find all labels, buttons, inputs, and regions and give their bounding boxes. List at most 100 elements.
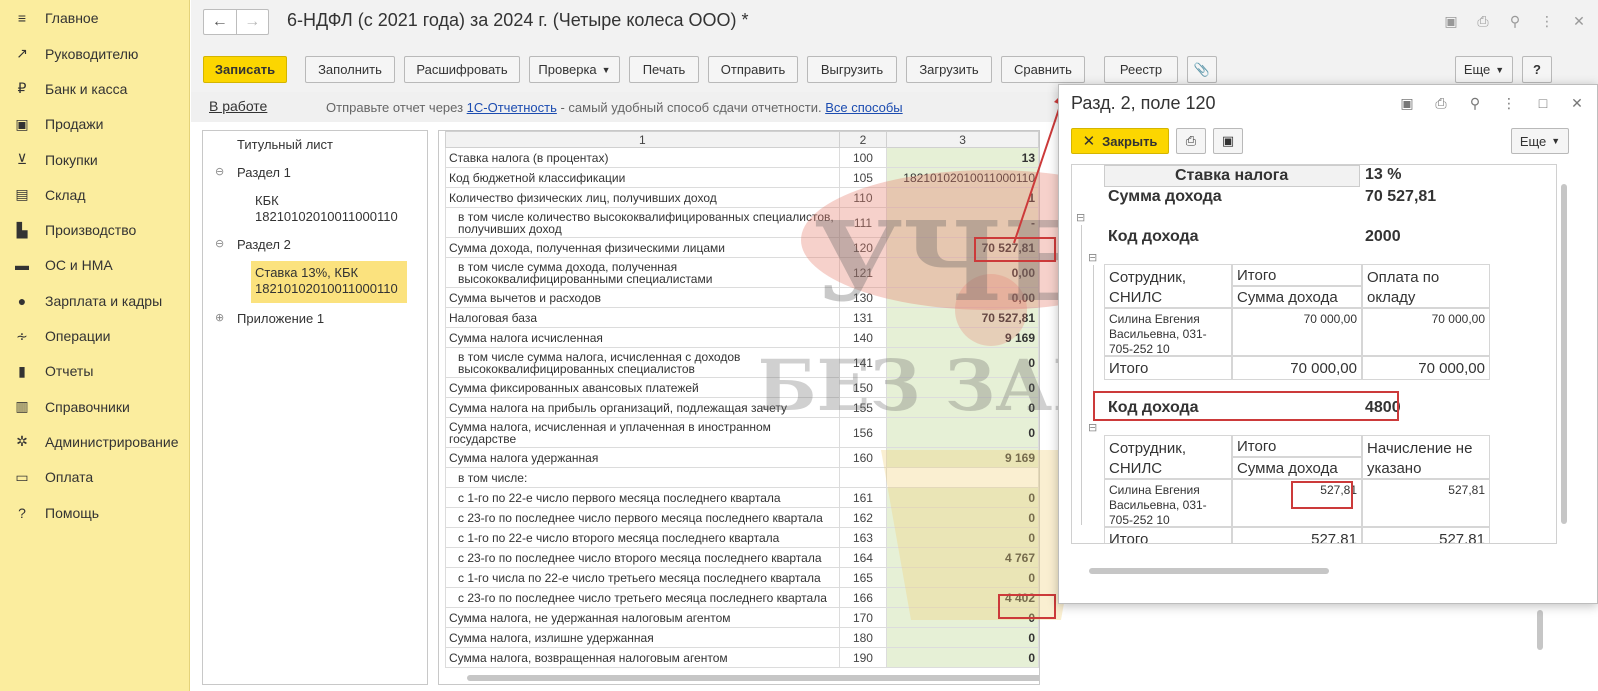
row-value[interactable]: 0 bbox=[886, 487, 1039, 508]
save-disk-icon[interactable]: ▣ bbox=[1399, 95, 1415, 112]
table-row[interactable]: Код бюджетной классификации 105 1821010201… bbox=[445, 167, 1039, 188]
status-link[interactable]: В работе bbox=[209, 98, 267, 114]
sidebar-item-8[interactable]: ● Зарплата и кадры bbox=[0, 283, 189, 318]
printer-icon[interactable]: ⎙ bbox=[1433, 95, 1449, 112]
table-row[interactable]: Сумма налога, исчисленная и уплаченная в… bbox=[445, 417, 1039, 448]
table-row[interactable]: в том числе сумма налога, исчисленная с … bbox=[445, 347, 1039, 378]
all-methods-link[interactable]: Все способы bbox=[825, 100, 902, 115]
load-button[interactable]: Загрузить bbox=[906, 56, 992, 83]
row-value[interactable]: 4 767 bbox=[886, 547, 1039, 568]
row-value[interactable]: 0 bbox=[886, 417, 1039, 448]
table-row[interactable]: с 1-го по 22-е число второго месяца посл… bbox=[445, 527, 1039, 548]
row-value[interactable]: 0 bbox=[886, 647, 1039, 668]
group-toggle-icon[interactable]: ⊟ bbox=[1076, 211, 1085, 224]
table-row[interactable]: Сумма налога, излишне удержанная 180 0 bbox=[445, 627, 1039, 648]
row-value[interactable]: 70 527,81 bbox=[886, 307, 1039, 328]
more-vertical-icon[interactable]: ⋮ bbox=[1501, 95, 1517, 112]
tree-item-rate-selected[interactable]: Ставка 13%, КБК 18210102010011000110 bbox=[251, 261, 407, 303]
more-vertical-icon[interactable]: ⋮ bbox=[1538, 12, 1556, 30]
table-row[interactable]: Сумма налога на прибыль организаций, под… bbox=[445, 397, 1039, 418]
table-row[interactable]: Налоговая база 131 70 527,81 bbox=[445, 307, 1039, 328]
sidebar-item-11[interactable]: ▥ Справочники bbox=[0, 389, 189, 424]
row-value[interactable]: 0 bbox=[886, 627, 1039, 648]
scroll-thumb[interactable] bbox=[1089, 568, 1329, 574]
sidebar-item-12[interactable]: ✲ Администрирование bbox=[0, 424, 189, 459]
compare-button[interactable]: Сравнить bbox=[1001, 56, 1085, 83]
row-value[interactable]: 0 bbox=[886, 607, 1039, 628]
table-row[interactable]: с 23-го по последнее число первого месяц… bbox=[445, 507, 1039, 528]
grid-vertical-scrollbar[interactable] bbox=[1535, 610, 1545, 670]
group-toggle-icon[interactable]: ⊟ bbox=[1088, 421, 1097, 434]
sidebar-item-14[interactable]: ? Помощь bbox=[0, 495, 189, 530]
preview-icon[interactable]: ⚲ bbox=[1506, 12, 1524, 30]
maximize-icon[interactable]: □ bbox=[1535, 95, 1551, 112]
sidebar-item-5[interactable]: ▤ Склад bbox=[0, 177, 189, 212]
check-dropdown-button[interactable]: Проверка ▼ bbox=[529, 56, 620, 83]
save-disk-icon[interactable]: ▣ bbox=[1442, 12, 1460, 30]
row-value[interactable]: 0 bbox=[886, 527, 1039, 548]
group-toggle-icon[interactable]: ⊟ bbox=[1088, 251, 1097, 264]
grid-horizontal-scrollbar[interactable] bbox=[459, 672, 1039, 684]
sidebar-item-1[interactable]: ↗ Руководителю bbox=[0, 36, 189, 71]
sidebar-item-3[interactable]: ▣ Продажи bbox=[0, 107, 189, 142]
print-button[interactable]: ⎙ bbox=[1176, 128, 1206, 154]
more-button[interactable]: Еще ▼ bbox=[1455, 56, 1513, 83]
help-button[interactable]: ? bbox=[1522, 56, 1552, 83]
reporting-link[interactable]: 1С-Отчетность bbox=[467, 100, 557, 115]
preview-icon[interactable]: ⚲ bbox=[1467, 95, 1483, 112]
scroll-thumb[interactable] bbox=[1537, 610, 1543, 650]
table-row[interactable]: Сумма вычетов и расходов 130 0,00 bbox=[445, 287, 1039, 308]
row-value[interactable]: 0,00 bbox=[886, 287, 1039, 308]
table-row[interactable]: Сумма налога, возвращенная налоговым аге… bbox=[445, 647, 1039, 668]
collapse-icon[interactable]: ⊖ bbox=[215, 237, 224, 250]
save-button[interactable]: ▣ bbox=[1213, 128, 1243, 154]
table-row[interactable]: в том числе количество высококвалифициро… bbox=[445, 207, 1039, 238]
table-row[interactable]: с 23-го по последнее число третьего меся… bbox=[445, 587, 1039, 608]
table-row[interactable]: в том числе сумма дохода, полученная выс… bbox=[445, 257, 1039, 288]
decode-button[interactable]: Расшифровать bbox=[404, 56, 520, 83]
forward-arrow-icon[interactable]: → bbox=[237, 10, 269, 34]
row-value[interactable]: 0 bbox=[886, 377, 1039, 398]
table-row[interactable]: Количество физических лиц, получивших до… bbox=[445, 187, 1039, 208]
table-row[interactable]: Сумма налога исчисленная 140 9 169 bbox=[445, 327, 1039, 348]
table-row[interactable]: Сумма фиксированных авансовых платежей 15… bbox=[445, 377, 1039, 398]
row-value[interactable]: 0 bbox=[886, 347, 1039, 378]
row-value[interactable]: 4 402 bbox=[886, 587, 1039, 608]
table-row[interactable]: Сумма налога, не удержанная налоговым аг… bbox=[445, 607, 1039, 628]
fill-button[interactable]: Заполнить bbox=[305, 56, 395, 83]
table-row[interactable]: Ставка налога (в процентах) 100 13 bbox=[445, 147, 1039, 168]
printer-icon[interactable]: ⎙ bbox=[1474, 12, 1492, 30]
save-button[interactable]: Записать bbox=[203, 56, 287, 83]
close-icon[interactable]: ✕ bbox=[1569, 95, 1585, 112]
sidebar-item-10[interactable]: ▮ Отчеты bbox=[0, 354, 189, 389]
sidebar-item-2[interactable]: ₽ Банк и касса bbox=[0, 71, 189, 106]
sidebar-item-7[interactable]: ▬ ОС и НМА bbox=[0, 248, 189, 283]
row-value[interactable]: 0 bbox=[886, 567, 1039, 588]
print-button[interactable]: Печать bbox=[629, 56, 699, 83]
expand-icon[interactable]: ⊕ bbox=[215, 311, 224, 324]
table-row[interactable]: с 1-го по 22-е число первого месяца посл… bbox=[445, 487, 1039, 508]
popup-horizontal-scrollbar[interactable] bbox=[1083, 566, 1557, 576]
close-icon[interactable]: ✕ bbox=[1570, 12, 1588, 30]
sidebar-item-0[interactable]: ≡ Главное bbox=[0, 0, 189, 36]
row-value[interactable]: 0 bbox=[886, 397, 1039, 418]
attach-button[interactable]: 📎 bbox=[1187, 56, 1217, 83]
table-row[interactable]: в том числе: bbox=[445, 467, 1039, 488]
sidebar-item-6[interactable]: ▙ Производство bbox=[0, 212, 189, 247]
popup-vertical-scrollbar[interactable] bbox=[1559, 164, 1571, 544]
sidebar-item-4[interactable]: ⊻ Покупки bbox=[0, 142, 189, 177]
row-value[interactable]: 9 169 bbox=[886, 447, 1039, 468]
registry-button[interactable]: Реестр bbox=[1104, 56, 1178, 83]
table-row[interactable]: Сумма дохода, полученная физическими лиц… bbox=[445, 237, 1039, 258]
table-row[interactable]: с 23-го по последнее число второго месяц… bbox=[445, 547, 1039, 568]
scroll-thumb[interactable] bbox=[1561, 184, 1567, 524]
row-value[interactable]: 9 169 bbox=[886, 327, 1039, 348]
row-value[interactable]: 0,00 bbox=[886, 257, 1039, 288]
row-value[interactable]: 0 bbox=[886, 507, 1039, 528]
unload-button[interactable]: Выгрузить bbox=[807, 56, 897, 83]
back-arrow-icon[interactable]: ← bbox=[204, 10, 237, 34]
send-button[interactable]: Отправить bbox=[708, 56, 798, 83]
sidebar-item-9[interactable]: ∻ Операции bbox=[0, 318, 189, 353]
tree-item-title-page[interactable]: Титульный лист bbox=[237, 137, 461, 152]
collapse-icon[interactable]: ⊖ bbox=[215, 165, 224, 178]
